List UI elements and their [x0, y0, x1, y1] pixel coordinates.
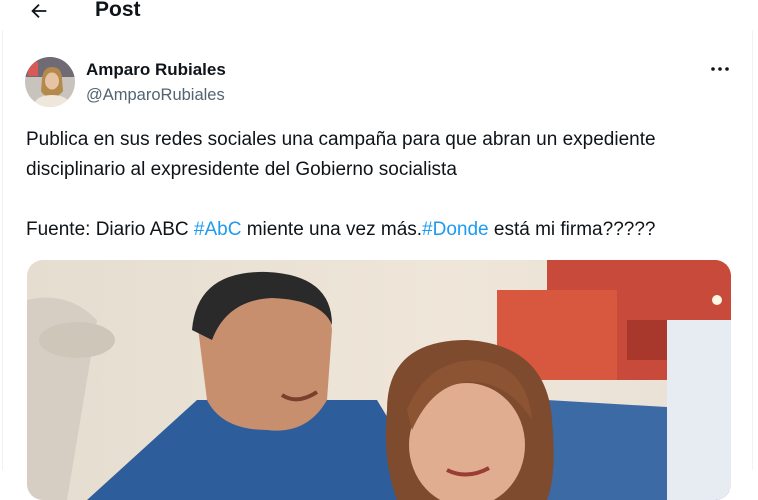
post-text-line-1: Publica en sus redes sociales una campañ…: [26, 129, 656, 150]
post-text-line-3: Fuente: Diario ABC #AbC miente una vez m…: [26, 218, 655, 242]
hashtag-donde-link[interactable]: #Donde: [422, 219, 489, 240]
left-border: [2, 30, 3, 470]
back-button[interactable]: [24, 0, 54, 26]
photo-illustration: [27, 260, 731, 500]
text-segment: está mi firma?????: [488, 219, 656, 240]
author-name[interactable]: Amparo Rubiales: [86, 60, 226, 80]
more-options-button[interactable]: [707, 60, 733, 78]
more-horizontal-icon: [711, 67, 729, 71]
arrow-left-icon: [31, 3, 47, 19]
avatar[interactable]: [25, 57, 75, 107]
top-bar: Post: [0, 0, 758, 30]
author-handle[interactable]: @AmparoRubiales: [86, 85, 225, 105]
post-image[interactable]: [27, 260, 731, 500]
text-segment: miente una vez más.: [241, 219, 423, 240]
post-text-line-2: disciplinario al expresidente del Gobier…: [26, 159, 457, 180]
page-title: Post: [95, 0, 141, 21]
right-border: [752, 30, 753, 470]
hashtag-abc-link[interactable]: #AbC: [194, 219, 242, 240]
avatar-photo: [25, 57, 75, 107]
source-text: Fuente: Diario ABC: [26, 219, 194, 240]
